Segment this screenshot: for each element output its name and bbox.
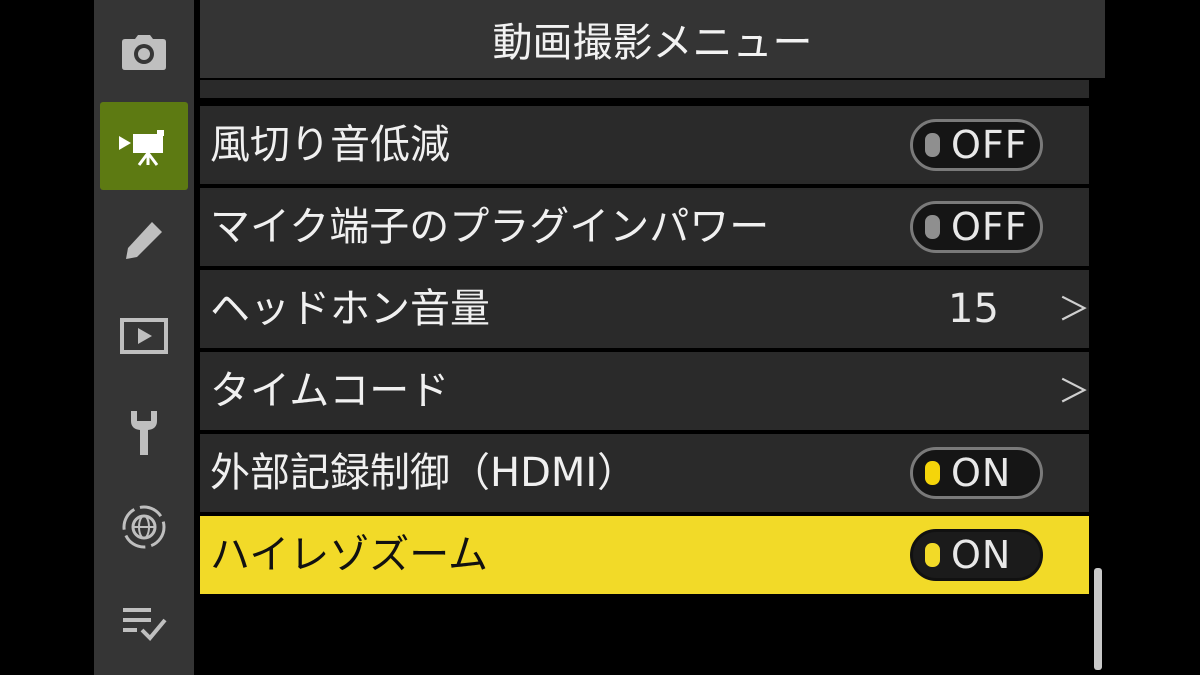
menu-panel: 動画撮影メニュー 録音帯域 風切り音低減 OFF マイク端子のプラグインパワー … <box>200 0 1105 675</box>
toggle-switch[interactable]: OFF <box>910 201 1043 253</box>
network-icon[interactable] <box>100 483 188 571</box>
wrench-icon[interactable] <box>100 389 188 477</box>
menu-sidebar <box>94 0 194 675</box>
menu-row-label: マイク端子のプラグインパワー <box>210 204 770 250</box>
toggle-switch[interactable]: ON <box>910 447 1043 499</box>
toggle-knob <box>925 543 940 567</box>
toggle-value: ON <box>951 451 1012 495</box>
toggle-value: ON <box>951 533 1012 577</box>
menu-row-headphone-volume[interactable]: ヘッドホン音量 15 ＞ <box>200 270 1091 348</box>
toggle-switch[interactable]: ON <box>910 529 1043 581</box>
menu-row-timecode[interactable]: タイムコード ＞ <box>200 352 1091 430</box>
toggle-knob <box>925 133 940 157</box>
menu-row-label: タイムコード <box>210 368 450 414</box>
movie-camera-icon[interactable] <box>100 102 188 190</box>
toggle-knob <box>925 461 940 485</box>
menu-row-label: ヘッドホン音量 <box>210 286 490 332</box>
toggle-switch[interactable]: OFF <box>910 119 1043 171</box>
my-menu-icon[interactable] <box>100 578 188 666</box>
camera-icon[interactable] <box>100 9 188 97</box>
toggle-knob <box>925 215 940 239</box>
pencil-icon[interactable] <box>100 196 188 284</box>
toggle-value: OFF <box>951 205 1028 249</box>
chevron-right-icon: ＞ <box>1058 372 1091 410</box>
menu-title: 動画撮影メニュー <box>200 0 1105 80</box>
scrollbar[interactable] <box>1094 568 1102 670</box>
menu-row-mic-plugin-power[interactable]: マイク端子のプラグインパワー OFF <box>200 188 1089 266</box>
chevron-right-icon: ＞ <box>1058 290 1091 328</box>
menu-row-hdmi-control[interactable]: 外部記録制御（HDMI） ON <box>200 434 1089 512</box>
menu-row-label: 外部記録制御（HDMI） <box>210 450 638 496</box>
playback-icon[interactable] <box>100 292 188 380</box>
toggle-value: OFF <box>951 123 1028 167</box>
menu-row-label: 風切り音低減 <box>210 122 450 168</box>
menu-row-wind-noise[interactable]: 風切り音低減 OFF <box>200 106 1089 184</box>
headphone-volume-value: 15 <box>948 286 999 332</box>
menu-row-label: ハイレゾズーム <box>210 532 488 578</box>
menu-row-hi-res-zoom[interactable]: ハイレゾズーム ON <box>200 516 1089 594</box>
